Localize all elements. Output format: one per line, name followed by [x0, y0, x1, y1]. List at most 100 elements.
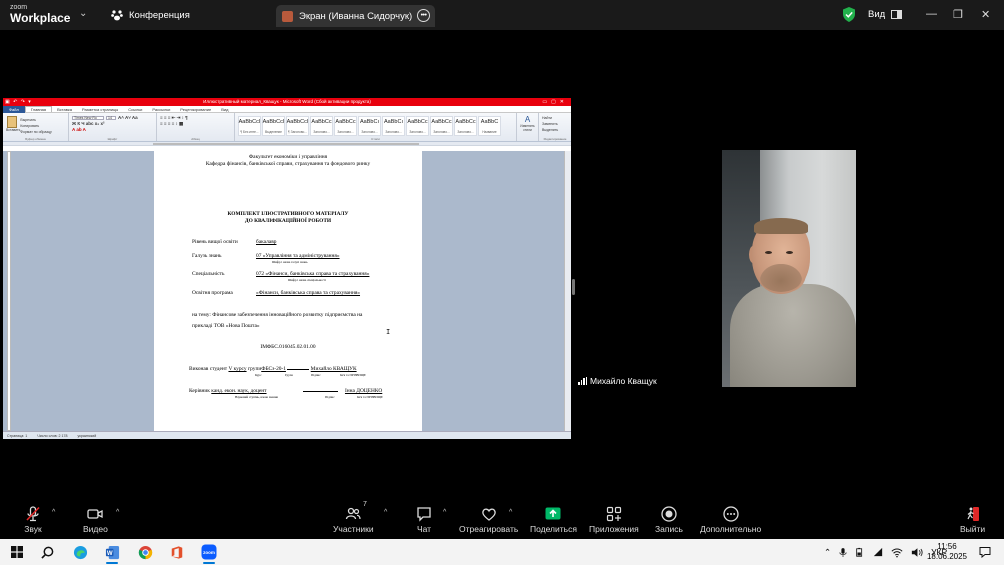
doc-level-value: бакалавр [256, 239, 277, 245]
share-button[interactable]: Поделиться [530, 504, 577, 534]
volume-icon[interactable] [911, 547, 923, 558]
more-options-icon[interactable]: ••• [417, 9, 430, 22]
doc-heading1: КОМПЛЕКТ ІЛЮСТРАТИВНОГО МАТЕРІАЛУ [227, 211, 349, 217]
doc-department: Кафедра фінансів, банківської справи, ст… [205, 161, 371, 167]
record-button[interactable]: Запись [655, 504, 683, 534]
clock[interactable]: 11:56 18.06.2025 [925, 542, 969, 562]
word-title: Иллюстративный материал_Кващук - Microso… [203, 99, 371, 104]
shield-check-icon[interactable] [842, 7, 856, 22]
meeting-menu-label: Конференция [129, 9, 190, 21]
style-tile: AaBbCc Заголово... [430, 116, 453, 136]
editing-group-label: Редактирование [543, 137, 567, 141]
microphone-tray-icon[interactable] [839, 547, 847, 558]
doc-student-course: V курсу [228, 366, 247, 372]
heart-icon [481, 508, 496, 521]
apps-button[interactable]: Приложения [589, 504, 639, 534]
chat-caret-icon[interactable]: ^ [443, 509, 446, 516]
restore-icon[interactable]: ❐ [953, 8, 963, 21]
doc-topic-line1: на тему: Фінансове забезпечення інноваці… [192, 312, 363, 318]
doc-supervisor-line: Керівник канд. екон. наук, доцент Інна Д… [189, 388, 382, 394]
office-icon[interactable] [168, 543, 186, 561]
style-name: ¶ Без инте... [240, 130, 259, 134]
style-tile: AaBbCı Заголово... [382, 116, 405, 136]
meeting-menu[interactable]: Конференция [111, 9, 190, 21]
paw-icon [111, 10, 123, 21]
edge-icon[interactable] [71, 543, 89, 561]
doc-student-group-prefix: групи [247, 366, 262, 372]
zoom-app-icon[interactable]: zoom [200, 543, 218, 564]
style-name: Заголово... [385, 130, 402, 134]
video-caret-icon[interactable]: ^ [116, 509, 119, 516]
style-sample: AaBbCc [455, 119, 476, 125]
screen-share-tab[interactable]: Экран (Иванна Сидорчук) ••• [276, 5, 435, 27]
doc-student-hint-name: Ім'я та ПРІЗВИЩЕ [340, 373, 366, 377]
clock-date: 18.06.2025 [926, 552, 968, 561]
doc-supervisor-hint-sign: Підпис [325, 395, 335, 399]
leave-icon [967, 507, 979, 521]
search-icon[interactable] [38, 543, 56, 561]
minimize-icon[interactable]: — [926, 8, 937, 20]
close-icon[interactable]: ✕ [981, 8, 990, 21]
word-icon[interactable]: W [103, 543, 121, 564]
more-button[interactable]: Дополнительно [700, 504, 761, 534]
camera-icon [87, 509, 104, 519]
word-title-bar: ▣ ↶ ↷ ▾ Иллюстративный материал_Кващук -… [3, 98, 571, 106]
logo-line2: Workplace [10, 11, 71, 25]
paste-label: Вставить [6, 128, 21, 132]
svg-text:W: W [106, 549, 112, 556]
windows-taskbar: W zoom ⌃ УКР 11:56 18.06.2025 [0, 539, 1004, 565]
logo-line1: zoom [10, 4, 28, 11]
chat-button[interactable]: Чат [415, 504, 433, 534]
share-icon [545, 507, 561, 520]
layout-icon [891, 10, 903, 19]
video-button[interactable]: Видео [83, 504, 108, 534]
video-label: Видео [83, 524, 108, 534]
word-status-bar: Страница: 1 Число слов: 2 178 украинский [3, 431, 571, 439]
font-name-box: Times New Ro [72, 115, 104, 120]
doc-heading2: ДО КВАЛІФІКАЦІЙНОЇ РОБОТИ [244, 218, 332, 224]
clock-time: 11:56 [937, 542, 957, 551]
split-resize-handle[interactable] [572, 279, 575, 295]
leave-label: Выйти [960, 524, 986, 534]
copy-item: Копировать [20, 123, 40, 128]
doc-topic-line2: прикладі ТОВ «Нова Пошта» [192, 323, 260, 329]
doc-supervisor-name: Інна ДОЦЕНКО [344, 388, 383, 394]
chrome-icon[interactable] [136, 543, 154, 561]
style-sample: AaBbCcI [262, 119, 285, 125]
doc-student-prefix: Виконав студент [189, 366, 228, 372]
text-cursor-icon: I [386, 329, 391, 337]
chevron-down-icon[interactable]: ⌄ [79, 8, 87, 19]
participants-button[interactable]: Участники [333, 504, 374, 534]
word-ribbon: Вставить Вырезать Копировать Формат по о… [3, 113, 571, 142]
meeting-controls: Звук ^ Видео ^ Участники 7 ^ Чат ^ Отреа… [0, 500, 1004, 540]
doc-program-label: Освітня програма [192, 290, 233, 296]
battery-icon[interactable] [855, 547, 865, 558]
audio-button[interactable]: Звук [24, 504, 42, 534]
shared-screen[interactable]: ▣ ↶ ↷ ▾ Иллюстративный материал_Кващук -… [3, 98, 571, 439]
styles-gallery: AaBbCcI ¶ Без инте... AaBbCcI Выделение AaBb… [238, 114, 513, 136]
audio-label: Звук [24, 524, 42, 534]
change-styles-button: A Изменить стили [517, 113, 539, 141]
leave-button[interactable]: Выйти [960, 504, 985, 534]
svg-text:zoom: zoom [203, 550, 215, 555]
react-caret-icon[interactable]: ^ [509, 509, 512, 516]
style-tile: AaBbCı Заголово... [358, 116, 381, 136]
windows-start-icon[interactable] [8, 543, 26, 561]
wifi-icon[interactable] [891, 547, 903, 558]
style-sample: AaBbCı [360, 119, 379, 125]
network-icon[interactable] [873, 547, 883, 557]
doc-student-group: ФБСз-20-1 [261, 366, 286, 372]
notification-icon[interactable] [979, 546, 991, 558]
styles-group: AaBbCcI ¶ Без инте... AaBbCcI Выделение AaBb… [235, 113, 517, 141]
audio-caret-icon[interactable]: ^ [52, 509, 55, 516]
word-tab-references: Ссылки [128, 106, 143, 112]
style-name: Заголово... [337, 130, 354, 134]
style-sample: AaBbCc [311, 119, 332, 125]
tray-chevron-icon[interactable]: ⌃ [824, 547, 831, 558]
doc-branch-value: 07 «Управління та адміністрування» [256, 253, 340, 259]
participant-video[interactable] [722, 150, 856, 387]
user-avatar-icon [282, 10, 293, 22]
style-name: Название [482, 130, 497, 134]
participants-caret-icon[interactable]: ^ [384, 509, 387, 516]
view-button[interactable]: Вид [868, 9, 903, 20]
